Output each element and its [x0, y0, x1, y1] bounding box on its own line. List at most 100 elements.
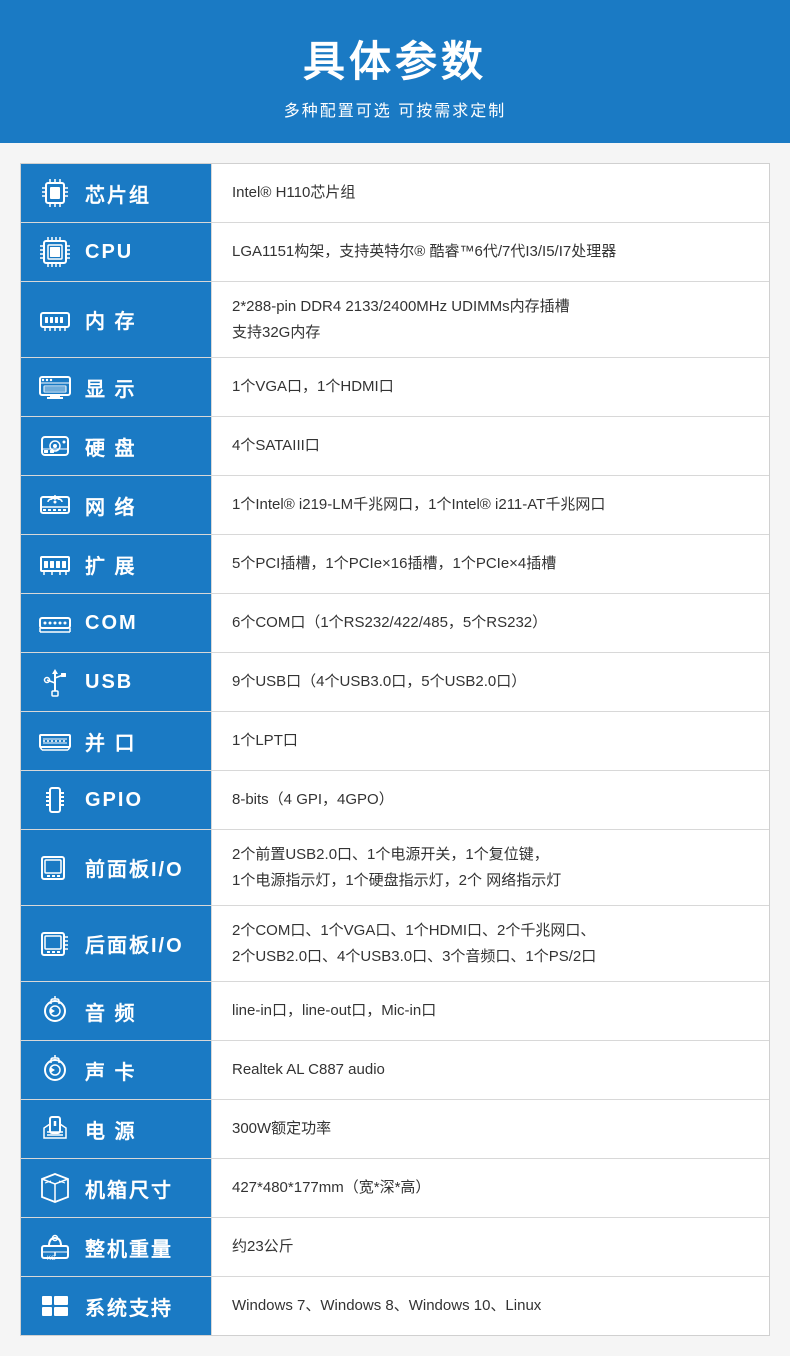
value-soundcard: Realtek AL C887 audio [211, 1041, 769, 1099]
label-frontpanel: 前面板I/O [21, 830, 211, 905]
row-chipset: 芯片组 Intel® H110芯片组 [21, 164, 769, 223]
chassis-icon [35, 1169, 75, 1207]
row-cpu: CPU LGA1151构架，支持英特尔® 酷睿™6代/7代I3/I5/I7处理器 [21, 223, 769, 282]
rearpanel-label: 后面板I/O [85, 929, 184, 958]
label-expansion: 扩 展 [21, 535, 211, 593]
value-gpio: 8-bits（4 GPI，4GPO） [211, 771, 769, 829]
parallel-label: 并 口 [85, 727, 137, 756]
gpio-label: GPIO [85, 789, 143, 812]
usb-label: USB [85, 671, 133, 694]
row-weight: KG 整机重量 约23公斤 [21, 1218, 769, 1277]
label-power: 电 源 [21, 1100, 211, 1158]
chip-icon [35, 174, 75, 212]
label-os: 系统支持 [21, 1277, 211, 1335]
spec-table: 芯片组 Intel® H110芯片组 [20, 163, 770, 1336]
frontpanel-icon [35, 849, 75, 887]
row-usb: USB 9个USB口（4个USB3.0口，5个USB2.0口） [21, 653, 769, 712]
cpu-label: CPU [85, 241, 133, 264]
audio-icon [35, 992, 75, 1030]
label-display: 显 示 [21, 358, 211, 416]
value-expansion: 5个PCI插槽，1个PCIe×16插槽，1个PCIe×4插槽 [211, 535, 769, 593]
header-subtitle: 多种配置可选 可按需求定制 [20, 97, 770, 121]
label-weight: KG 整机重量 [21, 1218, 211, 1276]
display-icon [35, 368, 75, 406]
value-network: 1个Intel® i219-LM千兆网口，1个Intel® i211-AT千兆网… [211, 476, 769, 534]
chassis-label: 机箱尺寸 [85, 1174, 173, 1203]
rearpanel-icon [35, 925, 75, 963]
value-usb: 9个USB口（4个USB3.0口，5个USB2.0口） [211, 653, 769, 711]
label-memory: 内 存 [21, 282, 211, 357]
expansion-icon [35, 545, 75, 583]
value-rearpanel: 2个COM口、1个VGA口、1个HDMI口、2个千兆网口、 2个USB2.0口、… [211, 906, 769, 981]
row-frontpanel: 前面板I/O 2个前置USB2.0口、1个电源开关，1个复位键， 1个电源指示灯… [21, 830, 769, 906]
power-label: 电 源 [85, 1115, 137, 1144]
row-chassis: 机箱尺寸 427*480*177mm（宽*深*高） [21, 1159, 769, 1218]
row-audio: 音 频 line-in口，line-out口，Mic-in口 [21, 982, 769, 1041]
label-com: COM [21, 594, 211, 652]
os-label: 系统支持 [85, 1292, 173, 1321]
soundcard-icon [35, 1051, 75, 1089]
value-frontpanel: 2个前置USB2.0口、1个电源开关，1个复位键， 1个电源指示灯，1个硬盘指示… [211, 830, 769, 905]
value-cpu: LGA1151构架，支持英特尔® 酷睿™6代/7代I3/I5/I7处理器 [211, 223, 769, 281]
row-memory: 内 存 2*288-pin DDR4 2133/2400MHz UDIMMs内存… [21, 282, 769, 358]
com-label: COM [85, 612, 138, 635]
network-icon [35, 486, 75, 524]
chipset-label: 芯片组 [85, 179, 151, 208]
com-icon [35, 604, 75, 642]
row-soundcard: 声 卡 Realtek AL C887 audio [21, 1041, 769, 1100]
parallel-icon [35, 722, 75, 760]
value-parallel: 1个LPT口 [211, 712, 769, 770]
label-gpio: GPIO [21, 771, 211, 829]
expansion-label: 扩 展 [85, 550, 137, 579]
value-os: Windows 7、Windows 8、Windows 10、Linux [211, 1277, 769, 1335]
label-soundcard: 声 卡 [21, 1041, 211, 1099]
memory-label: 内 存 [85, 305, 137, 334]
label-parallel: 并 口 [21, 712, 211, 770]
label-usb: USB [21, 653, 211, 711]
power-icon [35, 1110, 75, 1148]
row-parallel: 并 口 1个LPT口 [21, 712, 769, 771]
row-os: 系统支持 Windows 7、Windows 8、Windows 10、Linu… [21, 1277, 769, 1335]
gpio-icon [35, 781, 75, 819]
label-cpu: CPU [21, 223, 211, 281]
row-power: 电 源 300W额定功率 [21, 1100, 769, 1159]
row-gpio: GPIO 8-bits（4 GPI，4GPO） [21, 771, 769, 830]
value-weight: 约23公斤 [211, 1218, 769, 1276]
row-network: 网 络 1个Intel® i219-LM千兆网口，1个Intel® i211-A… [21, 476, 769, 535]
row-harddisk: 硬 盘 4个SATAIII口 [21, 417, 769, 476]
cpu-icon [35, 233, 75, 271]
label-chassis: 机箱尺寸 [21, 1159, 211, 1217]
weight-icon: KG [35, 1228, 75, 1266]
page-title: 具体参数 [20, 28, 770, 89]
memory-icon [35, 301, 75, 339]
weight-label: 整机重量 [85, 1233, 173, 1262]
usb-icon [35, 663, 75, 701]
label-audio: 音 频 [21, 982, 211, 1040]
audio-label: 音 频 [85, 997, 137, 1026]
label-harddisk: 硬 盘 [21, 417, 211, 475]
value-memory: 2*288-pin DDR4 2133/2400MHz UDIMMs内存插槽 支… [211, 282, 769, 357]
label-chipset: 芯片组 [21, 164, 211, 222]
row-rearpanel: 后面板I/O 2个COM口、1个VGA口、1个HDMI口、2个千兆网口、 2个U… [21, 906, 769, 982]
value-audio: line-in口，line-out口，Mic-in口 [211, 982, 769, 1040]
value-chipset: Intel® H110芯片组 [211, 164, 769, 222]
network-label: 网 络 [85, 491, 137, 520]
harddisk-label: 硬 盘 [85, 432, 137, 461]
svg-text:KG: KG [47, 1256, 56, 1262]
value-com: 6个COM口（1个RS232/422/485，5个RS232） [211, 594, 769, 652]
row-display: 显 示 1个VGA口，1个HDMI口 [21, 358, 769, 417]
row-expansion: 扩 展 5个PCI插槽，1个PCIe×16插槽，1个PCIe×4插槽 [21, 535, 769, 594]
frontpanel-label: 前面板I/O [85, 853, 184, 882]
value-harddisk: 4个SATAIII口 [211, 417, 769, 475]
os-icon [35, 1287, 75, 1325]
header: 具体参数 多种配置可选 可按需求定制 [0, 0, 790, 143]
value-display: 1个VGA口，1个HDMI口 [211, 358, 769, 416]
row-com: COM 6个COM口（1个RS232/422/485，5个RS232） [21, 594, 769, 653]
value-power: 300W额定功率 [211, 1100, 769, 1158]
display-label: 显 示 [85, 373, 137, 402]
value-chassis: 427*480*177mm（宽*深*高） [211, 1159, 769, 1217]
soundcard-label: 声 卡 [85, 1056, 137, 1085]
harddisk-icon [35, 427, 75, 465]
label-network: 网 络 [21, 476, 211, 534]
label-rearpanel: 后面板I/O [21, 906, 211, 981]
